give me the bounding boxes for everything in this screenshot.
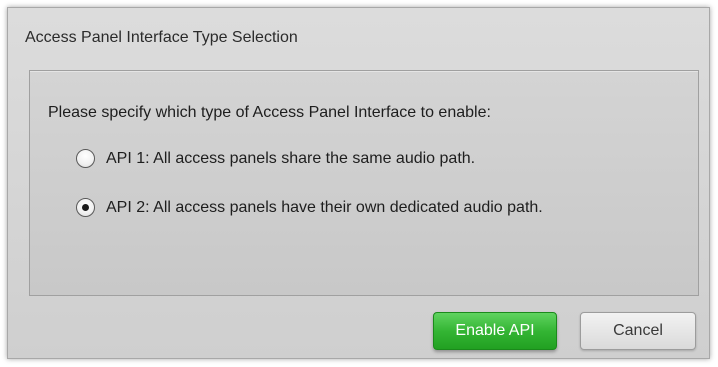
dialog-content-panel: Please specify which type of Access Pane…: [29, 70, 699, 296]
selection-prompt: Please specify which type of Access Pane…: [48, 104, 491, 121]
option-api-1[interactable]: API 1: All access panels share the same …: [76, 149, 475, 168]
enable-api-button[interactable]: Enable API: [433, 312, 557, 350]
option-api-1-label: API 1: All access panels share the same …: [106, 149, 476, 167]
radio-api-2[interactable]: [76, 198, 95, 217]
radio-api-1[interactable]: [76, 149, 95, 168]
dialog-title: Access Panel Interface Type Selection: [25, 29, 298, 46]
option-api-2[interactable]: API 2: All access panels have their own …: [76, 198, 543, 217]
cancel-button[interactable]: Cancel: [580, 312, 696, 350]
option-api-2-label: API 2: All access panels have their own …: [106, 198, 543, 216]
